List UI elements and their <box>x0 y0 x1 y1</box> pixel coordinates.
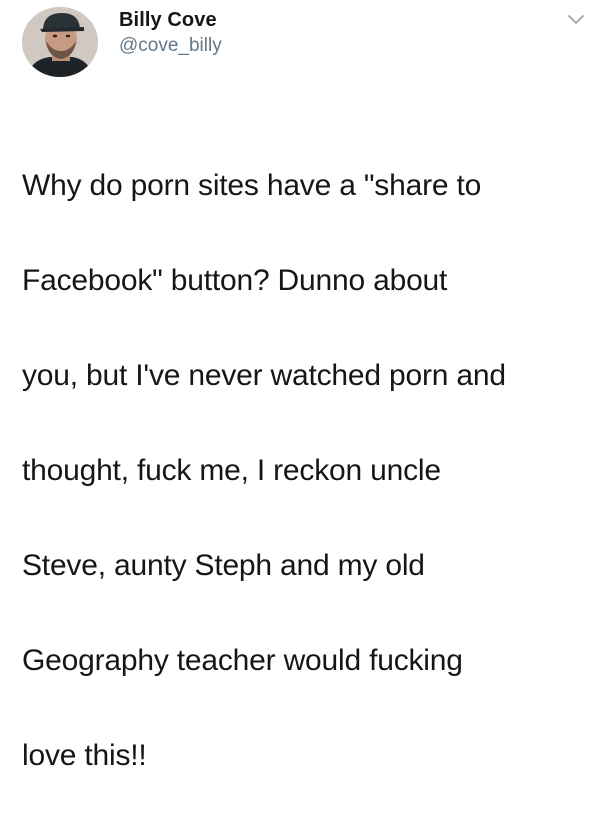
tweet-text-line: Steve, aunty Steph and my old <box>22 548 425 582</box>
tweet-text-line: Geography teacher would fucking <box>22 643 463 677</box>
tweet-text-line: thought, fuck me, I reckon uncle <box>22 453 441 487</box>
tweet-text: Why do porn sites have a "share to Faceb… <box>22 114 592 827</box>
user-handle[interactable]: @cove_billy <box>119 35 222 57</box>
author-block[interactable]: Billy Cove @cove_billy <box>119 8 222 57</box>
display-name[interactable]: Billy Cove <box>119 8 222 32</box>
avatar-photo <box>22 7 98 77</box>
tweet-card: Billy Cove @cove_billy Why do porn sites… <box>0 0 600 772</box>
tweet-text-line: Why do porn sites have a "share to <box>22 168 482 202</box>
tweet-text-line: love this!! <box>22 738 147 772</box>
tweet-text-line: Facebook" button? Dunno about <box>22 263 448 297</box>
chevron-down-icon[interactable] <box>566 12 586 28</box>
avatar[interactable] <box>22 7 98 77</box>
tweet-text-line: you, but I've never watched porn and <box>22 358 506 392</box>
